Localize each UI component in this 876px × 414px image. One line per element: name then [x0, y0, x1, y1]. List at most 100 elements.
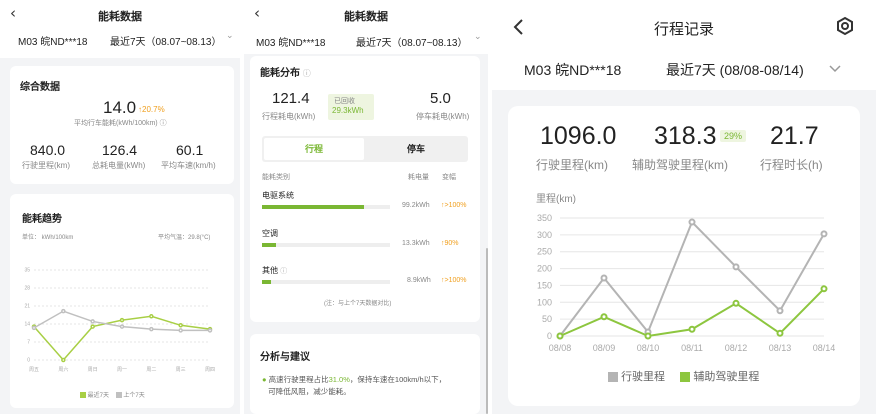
card-title: 能耗分布 ⓘ	[260, 68, 311, 79]
x-tick-label: 周四	[205, 367, 215, 373]
avg-consumption-value: 14.0	[103, 98, 137, 117]
x-tick-label: 周三	[176, 367, 186, 373]
y-tick-label: 0	[27, 358, 30, 364]
chevron-down-icon[interactable]: ⌄	[226, 31, 234, 41]
legend-label: 上个7天	[123, 393, 145, 399]
header: 行程记录 M03 皖ND***18 最近7天 (08/08-08/14)	[492, 0, 876, 90]
bar-fill	[262, 243, 277, 247]
bar-track	[262, 280, 390, 284]
usage-value: 13.3kWh	[402, 240, 430, 247]
y-tick-label: 350	[537, 213, 552, 223]
bar-track	[262, 243, 390, 247]
legend-label: 最近7天	[87, 393, 110, 399]
category-name: 空调	[262, 229, 278, 238]
y-tick-label: 35	[24, 268, 30, 274]
y-tick-label: 300	[537, 230, 552, 240]
trip-record-screen: 行程记录 M03 皖ND***18 最近7天 (08/08-08/14) 109…	[492, 0, 876, 414]
legend: 行驶里程 辅助驾驶里程	[608, 368, 759, 384]
data-point	[688, 325, 696, 333]
x-tick-label: 08/14	[813, 343, 836, 353]
data-point	[61, 308, 66, 314]
recovered-value: 29.3kWh	[332, 106, 364, 115]
legend-swatch	[608, 372, 618, 383]
y-tick-label: 28	[24, 286, 30, 292]
chevron-down-icon[interactable]: ⌄	[474, 32, 482, 42]
vehicle-selector[interactable]: M03 皖ND***18	[256, 34, 325, 49]
y-tick-label: 200	[537, 264, 552, 274]
card-title: 综合数据	[20, 82, 60, 93]
data-point	[820, 230, 828, 238]
col-usage: 耗电量	[408, 174, 429, 181]
change-value: ↑>100%	[441, 277, 467, 284]
card-title: 分析与建议	[260, 352, 310, 363]
energy-trend-card: 能耗趋势 单位： kWh/100km 平均气温：29.8(°C) 0 7 14 21 2…	[10, 194, 234, 408]
info-icon[interactable]: ⓘ	[160, 120, 167, 127]
date-range-selector[interactable]: 最近7天（08.07~08.13）	[356, 34, 467, 49]
info-icon[interactable]: ⓘ	[280, 268, 287, 275]
category-name: 其他 ⓘ	[262, 266, 288, 275]
x-tick-label: 08/11	[681, 343, 703, 353]
bar-fill	[262, 205, 365, 209]
stat-value: 126.4	[102, 142, 138, 158]
vehicle-selector[interactable]: M03 皖ND***18	[524, 60, 621, 80]
page-title: 行程记录	[653, 21, 714, 38]
list-item: 电驱系统 99.2kWh ↑>100%	[262, 190, 472, 220]
data-point	[600, 313, 608, 321]
change-value: ↑90%	[441, 240, 459, 247]
bar-fill	[262, 280, 271, 284]
x-tick-label: 08/09	[593, 343, 616, 353]
x-tick-label: 08/08	[549, 343, 572, 353]
drive-consumption-label: 行程耗电(kWh)	[262, 112, 316, 121]
col-category: 能耗类别	[262, 174, 290, 181]
data-point	[820, 285, 828, 293]
y-tick-label: 14	[24, 322, 30, 328]
col-change: 变幅	[442, 174, 456, 181]
list-item: 空调 13.3kWh ↑90%	[262, 228, 472, 258]
page-title: 能耗数据	[344, 11, 388, 23]
usage-value: 8.9kWh	[407, 277, 431, 284]
legend-swatch	[115, 392, 122, 399]
y-tick-label: 100	[537, 297, 552, 307]
data-point	[776, 329, 784, 337]
usage-value: 99.2kWh	[402, 202, 430, 209]
x-tick-label: 08/10	[637, 343, 660, 353]
recovered-label: 已回收	[334, 98, 355, 105]
energy-data-screen-2: ‹ 能耗数据 M03 皖ND***18 最近7天（08.07~08.13） ⌄ …	[244, 0, 488, 414]
settings-icon[interactable]	[835, 16, 855, 36]
legend-swatch	[680, 372, 691, 383]
analysis-text: ● 高速行驶里程占比31.0%，保持车速在100km/h以下， 可降低风阻，减少…	[262, 375, 447, 396]
data-point	[556, 332, 564, 340]
data-point	[600, 274, 608, 282]
tab-trip[interactable]: 行程	[264, 138, 364, 160]
energy-data-screen-1: ‹ 能耗数据 M03 皖ND***18 最近7天（08.07~08.13） ⌄ …	[0, 0, 240, 414]
trip-mileage-chart: 0 50 100 150 200 250 300 350 08/08 08/09 08/10 08/1…	[537, 213, 836, 353]
recovered-badge: 已回收 29.3kWh	[328, 94, 374, 120]
x-tick-label: 周一	[117, 367, 127, 373]
legend-label: 辅助驾驶里程	[693, 371, 760, 383]
data-point	[207, 328, 213, 333]
tab-park[interactable]: 停车	[366, 138, 466, 160]
series-line	[33, 315, 211, 362]
list-item: 其他 ⓘ 8.9kWh ↑>100%	[262, 265, 472, 295]
stat-label: 总耗电量(kWh)	[92, 161, 146, 170]
x-tick-label: 08/12	[725, 343, 748, 353]
stat-value: 60.1	[176, 142, 204, 158]
vehicle-selector[interactable]: M03 皖ND***18	[18, 33, 87, 48]
data-point	[688, 218, 696, 226]
x-tick-label: 周日	[88, 367, 98, 373]
data-point	[776, 307, 784, 315]
avg-consumption-label: 平均行车能耗(kWh/100km) ⓘ	[74, 120, 167, 127]
data-point	[178, 323, 183, 328]
data-point	[119, 324, 125, 329]
y-tick-label: 150	[537, 280, 552, 290]
energy-distribution-card: 能耗分布 ⓘ 121.4 行程耗电(kWh) 已回收 29.3kWh 5.0 停…	[250, 56, 480, 322]
data-point	[149, 326, 154, 332]
date-range-selector[interactable]: 最近7天 (08/08-08/14)	[666, 60, 804, 80]
header: ‹ 能耗数据 M03 皖ND***18 最近7天（08.07~08.13） ⌄	[244, 0, 488, 54]
page-title: 能耗数据	[98, 11, 142, 23]
data-point	[61, 357, 66, 363]
date-range-selector[interactable]: 最近7天（08.07~08.13）	[110, 33, 221, 48]
energy-trend-chart: 0 7 14 21 28 35 周五 周六 周日 周一 周二 周三 周四	[24, 268, 215, 373]
info-icon[interactable]: ⓘ	[303, 69, 311, 78]
chevron-down-icon[interactable]	[829, 65, 841, 73]
